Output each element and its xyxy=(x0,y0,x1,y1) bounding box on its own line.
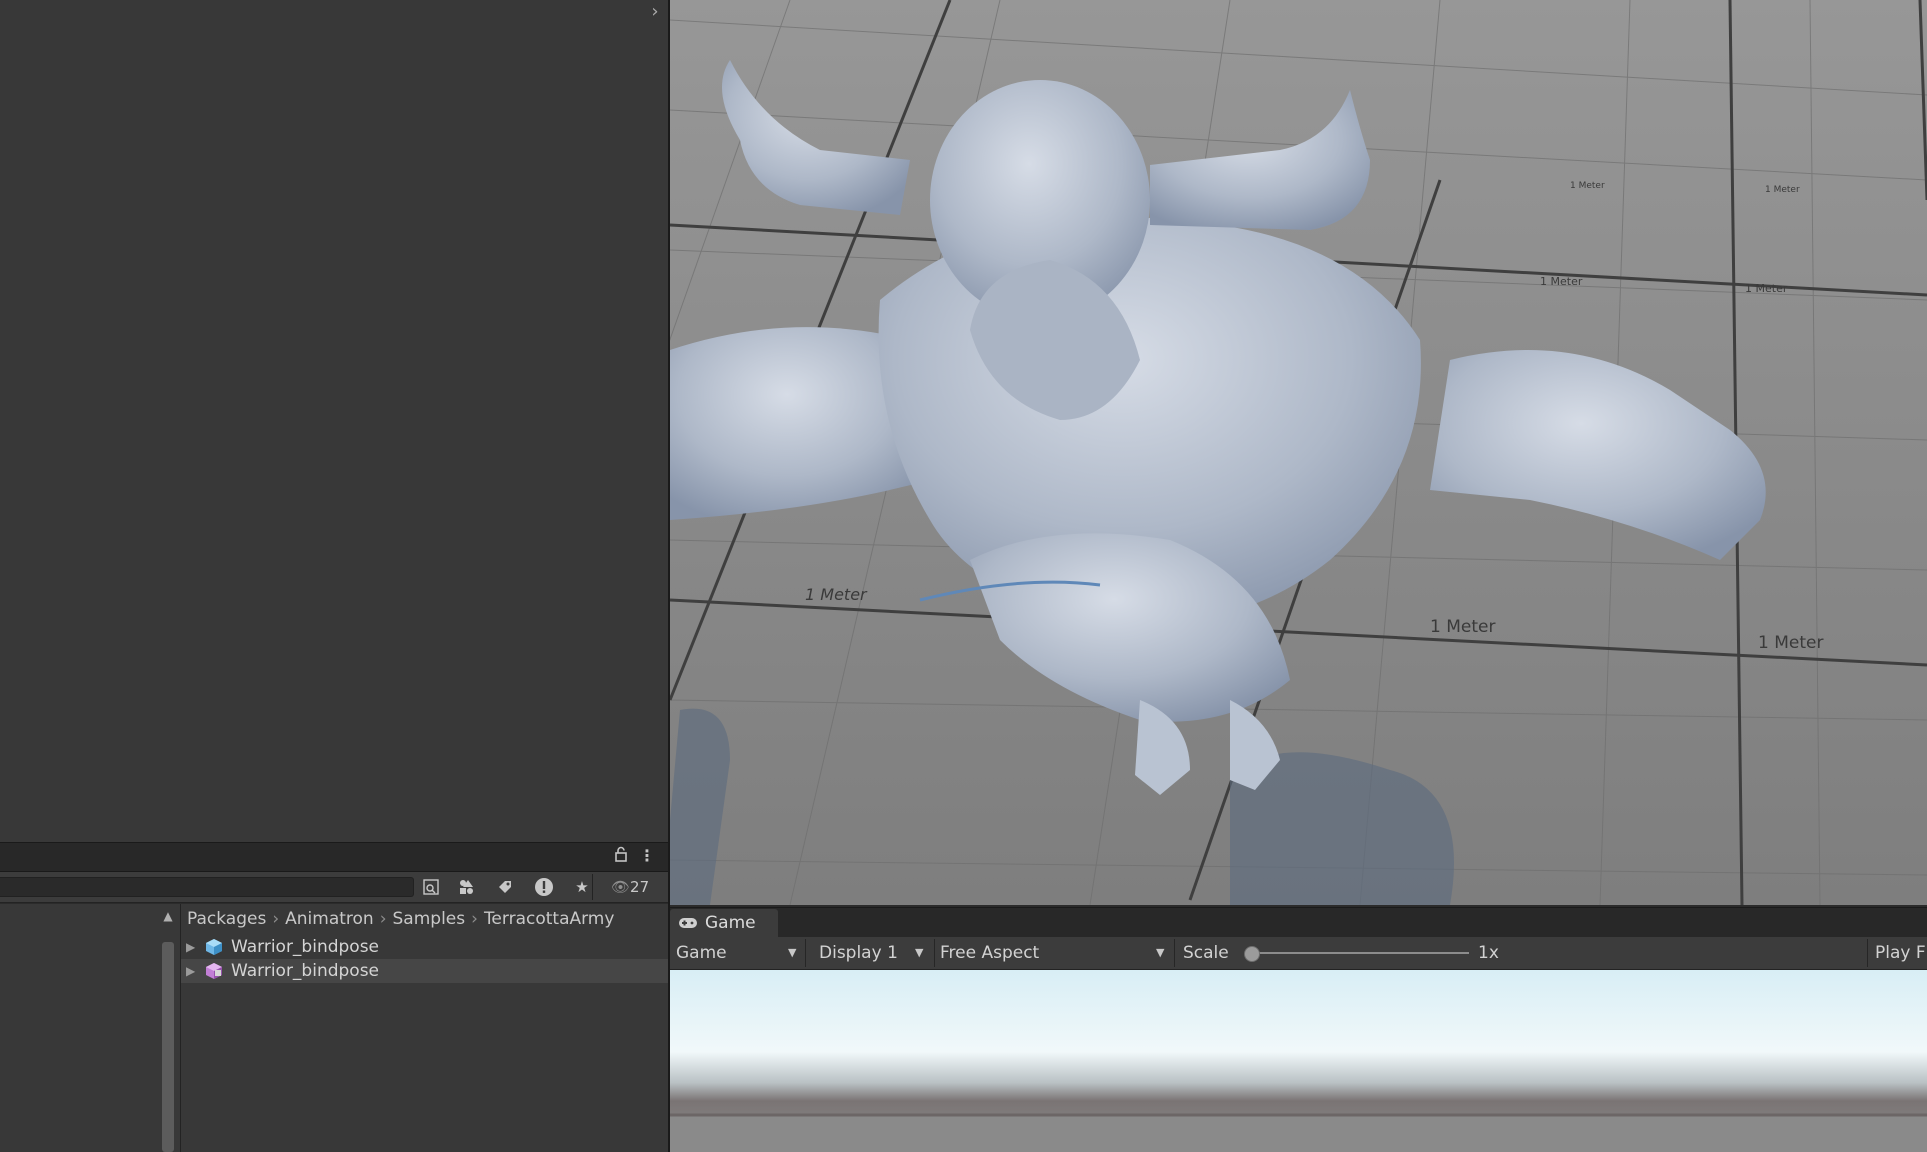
game-tab-bar xyxy=(670,907,1927,938)
breadcrumb-item-packages[interactable]: Packages xyxy=(187,909,266,929)
list-item[interactable]: ▶ Warrior_bindpose xyxy=(181,959,668,983)
toolbar-divider xyxy=(805,939,806,967)
game-render xyxy=(670,970,1927,1152)
folder-tree[interactable] xyxy=(0,904,180,1152)
hidden-packages-toggle[interactable]: 👁27 xyxy=(611,876,667,898)
model-prefab-icon xyxy=(206,963,222,979)
file-name: Warrior_bindpose xyxy=(231,937,380,957)
play-focused-dropdown[interactable]: Play F xyxy=(1875,937,1927,969)
aspect-value: Free Aspect xyxy=(940,943,1040,963)
display-value: Display 1 xyxy=(819,943,898,963)
eye-icon: 👁 xyxy=(611,878,631,896)
search-scope-icon[interactable] xyxy=(417,876,445,898)
breadcrumb-item-animatron[interactable]: Animatron xyxy=(285,909,374,929)
gamepad-icon xyxy=(678,909,698,939)
expand-arrow-icon[interactable]: ▶ xyxy=(186,935,200,959)
grid-distance-label: 1 Meter xyxy=(1765,185,1800,195)
prefab-icon xyxy=(206,939,222,955)
scale-value: 1x xyxy=(1478,943,1499,963)
display-dropdown[interactable]: Display 1 ▼ xyxy=(819,937,929,969)
tab-label: Game xyxy=(705,913,756,933)
toolbar-divider xyxy=(1867,939,1868,967)
lock-icon[interactable] xyxy=(611,846,631,866)
scroll-up-arrow-icon[interactable]: ▲ xyxy=(160,908,176,924)
view-mode-value: Game xyxy=(676,943,727,963)
filter-by-type-icon[interactable] xyxy=(452,876,480,898)
project-search-input[interactable] xyxy=(0,877,414,897)
grid-distance-label: 1 Meter xyxy=(1758,633,1823,653)
tab-game[interactable]: Game xyxy=(670,909,778,937)
scene-viewport[interactable]: 1 Meter 1 Meter 1 Meter 1 Meter 1 Meter … xyxy=(670,0,1927,905)
chevron-right-icon: › xyxy=(471,909,478,929)
list-item[interactable]: ▶ Warrior_bindpose xyxy=(181,935,668,959)
breadcrumb: Packages › Animatron › Samples › TerracottaArm… xyxy=(187,906,614,932)
breadcrumb-item-terracottaarmy[interactable]: TerracottaArmy xyxy=(484,909,615,929)
view-mode-dropdown[interactable]: Game ▼ xyxy=(676,937,800,969)
file-name: Warrior_bindpose xyxy=(231,961,380,981)
filter-by-label-icon[interactable] xyxy=(491,876,519,898)
grid-distance-label: 1 Meter xyxy=(1430,617,1495,637)
grid-distance-label: 1 Meter xyxy=(805,585,868,604)
toolbar-divider xyxy=(934,939,935,967)
game-viewport[interactable] xyxy=(670,970,1927,1152)
toolbar-divider xyxy=(592,874,593,900)
chevron-right-icon: › xyxy=(379,909,387,929)
folder-tree-scrollbar[interactable] xyxy=(162,942,174,1152)
scale-slider-track[interactable] xyxy=(1251,952,1469,954)
grid-distance-label: 1 Meter xyxy=(1745,282,1788,295)
dropdown-arrow-icon: ▼ xyxy=(1156,946,1165,959)
grid-distance-label: 1 Meter xyxy=(1570,181,1605,191)
expand-arrow-icon[interactable]: ▶ xyxy=(186,959,200,983)
grid-distance-label: 1 Meter xyxy=(1540,275,1583,288)
scene-view[interactable]: 1 Meter 1 Meter 1 Meter 1 Meter 1 Meter … xyxy=(670,0,1927,905)
inspector-panel xyxy=(0,0,668,842)
more-options-icon[interactable]: ⋮ xyxy=(637,846,657,866)
project-panel-header xyxy=(0,842,668,872)
dropdown-arrow-icon: ▼ xyxy=(788,946,797,959)
hidden-packages-count: 27 xyxy=(630,878,650,896)
chevron-right-icon: › xyxy=(272,909,280,929)
aspect-dropdown[interactable]: Free Aspect ▼ xyxy=(940,937,1170,969)
warning-filter-icon[interactable] xyxy=(530,876,558,898)
scale-slider-thumb[interactable] xyxy=(1244,946,1260,962)
dropdown-arrow-icon: ▼ xyxy=(915,946,924,959)
scale-label: Scale xyxy=(1183,943,1229,963)
breadcrumb-item-samples[interactable]: Samples xyxy=(393,909,466,929)
toolbar-divider xyxy=(1174,939,1175,967)
chevron-right-icon[interactable]: › xyxy=(645,2,665,22)
